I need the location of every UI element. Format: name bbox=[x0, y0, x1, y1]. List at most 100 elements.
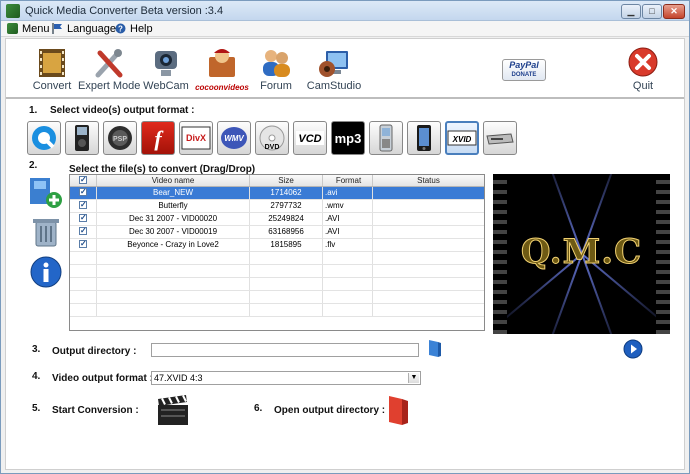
cell-status bbox=[373, 239, 484, 251]
cell-video-name: Dec 31 2007 - VID00020 bbox=[97, 213, 250, 225]
mp3-label: mp3 bbox=[335, 131, 362, 146]
donate-label: DONATE bbox=[511, 72, 537, 78]
minimize-icon[interactable]: ▁ bbox=[621, 4, 641, 19]
cell-format: .avi bbox=[323, 187, 373, 199]
column-video-name[interactable]: Video name bbox=[97, 175, 250, 186]
output-directory-input[interactable] bbox=[151, 343, 419, 357]
row-checkbox[interactable] bbox=[79, 239, 87, 250]
row-checkbox[interactable] bbox=[79, 200, 87, 211]
wmv-label: WMV bbox=[224, 134, 244, 143]
camstudio-label: CamStudio bbox=[306, 80, 362, 92]
mp3-icon[interactable]: mp3 bbox=[331, 121, 365, 155]
flash-icon[interactable]: f bbox=[141, 121, 175, 155]
menu-item-menu[interactable]: Menu bbox=[7, 22, 50, 36]
webcam-icon bbox=[149, 47, 183, 79]
menu-item-languages[interactable]: Languages bbox=[52, 22, 121, 36]
step-5-number: 5. bbox=[32, 403, 41, 414]
camstudio-icon bbox=[317, 47, 351, 79]
table-row[interactable]: Beyonce - Crazy in Love2 1815895 .flv bbox=[70, 239, 484, 252]
camstudio-button[interactable]: CamStudio bbox=[303, 47, 365, 95]
webcam-button[interactable]: WebCam bbox=[138, 47, 194, 95]
convert-label: Convert bbox=[32, 80, 72, 92]
row-checkbox[interactable] bbox=[79, 226, 87, 237]
menu-label: Languages bbox=[67, 23, 122, 35]
paypal-logo: PayPal bbox=[509, 60, 539, 70]
cell-video-name: Beyonce - Crazy in Love2 bbox=[97, 239, 250, 251]
preview-logo-text: Q.M.C bbox=[520, 232, 643, 273]
video-format-select[interactable]: 47.XVID 4:3 ▼ bbox=[151, 371, 421, 385]
row-checkbox[interactable] bbox=[79, 187, 87, 198]
wmv-icon[interactable]: WMV bbox=[217, 121, 251, 155]
divx-label: DivX bbox=[186, 133, 206, 143]
cocoon-button[interactable]: cocoonvideos bbox=[192, 47, 252, 95]
quicktime-icon[interactable] bbox=[27, 121, 61, 155]
empty-row bbox=[70, 265, 484, 278]
film-icon bbox=[35, 47, 69, 79]
webcam-label: WebCam bbox=[143, 80, 189, 92]
convert-button[interactable]: Convert bbox=[24, 47, 80, 95]
empty-row bbox=[70, 304, 484, 317]
browse-folder-button[interactable] bbox=[427, 338, 443, 358]
info-button[interactable] bbox=[28, 256, 64, 288]
expert-mode-button[interactable]: Expert Mode bbox=[78, 47, 140, 95]
step-5-label: Start Conversion : bbox=[52, 405, 139, 416]
quit-label: Quit bbox=[632, 80, 654, 92]
quit-button[interactable]: Quit bbox=[616, 47, 670, 95]
xvid-label: XVID bbox=[452, 135, 472, 144]
start-conversion-button[interactable] bbox=[156, 393, 190, 427]
toolbar: Convert Expert Mode WebCam cocoonvideos bbox=[6, 39, 684, 99]
device-icon[interactable] bbox=[483, 121, 517, 155]
table-row[interactable]: Dec 31 2007 - VID00020 25249824 .AVI bbox=[70, 213, 484, 226]
divx-icon[interactable]: DivX bbox=[179, 121, 213, 155]
next-preview-button[interactable] bbox=[623, 339, 643, 359]
vcd-icon[interactable]: VCD bbox=[293, 121, 327, 155]
mobile-icon[interactable] bbox=[369, 121, 403, 155]
xvid-icon[interactable]: XVID bbox=[445, 121, 479, 155]
video-preview: Q.M.C bbox=[493, 174, 670, 334]
svg-text:f: f bbox=[154, 126, 164, 151]
column-format[interactable]: Format bbox=[323, 175, 373, 186]
app-window: Quick Media Converter Beta version :3.4 … bbox=[0, 0, 690, 474]
select-all-checkbox[interactable] bbox=[70, 175, 97, 186]
checkbox-icon bbox=[79, 175, 87, 185]
dvd-label: DVD bbox=[265, 144, 280, 151]
table-row[interactable]: Bear_NEW 1714062 .avi bbox=[70, 187, 484, 200]
column-size[interactable]: Size bbox=[250, 175, 323, 186]
step-1-label: Select video(s) output format : bbox=[50, 105, 195, 116]
table-header: Video name Size Format Status bbox=[70, 175, 484, 187]
cell-format: .AVI bbox=[323, 226, 373, 238]
chevron-down-icon[interactable]: ▼ bbox=[408, 373, 419, 383]
close-icon[interactable]: ✕ bbox=[663, 4, 685, 19]
file-table[interactable]: Video name Size Format Status Bear_NEW 1… bbox=[69, 174, 485, 331]
tools-icon bbox=[92, 47, 126, 79]
remove-file-button[interactable] bbox=[28, 216, 64, 248]
open-output-directory-button[interactable] bbox=[386, 393, 412, 427]
svg-text:?: ? bbox=[118, 25, 123, 34]
psp-icon[interactable]: PSP bbox=[103, 121, 137, 155]
cocoon-icon bbox=[205, 47, 239, 79]
maximize-icon[interactable]: □ bbox=[642, 4, 662, 19]
step-2-number: 2. bbox=[29, 160, 38, 171]
cell-status bbox=[373, 200, 484, 212]
row-checkbox[interactable] bbox=[79, 213, 87, 224]
paypal-donate-button[interactable]: PayPal DONATE bbox=[502, 59, 546, 81]
cell-size: 2797732 bbox=[250, 200, 323, 212]
dvd-icon[interactable]: DVD bbox=[255, 121, 289, 155]
menu-item-help[interactable]: ? Help bbox=[115, 22, 153, 36]
table-row[interactable]: Butterfly 2797732 .wmv bbox=[70, 200, 484, 213]
step-3-number: 3. bbox=[32, 344, 41, 355]
table-row[interactable]: Dec 30 2007 - VID00019 63168956 .AVI bbox=[70, 226, 484, 239]
ipod-icon[interactable] bbox=[65, 121, 99, 155]
forum-button[interactable]: Forum bbox=[248, 47, 304, 95]
iphone-icon[interactable] bbox=[407, 121, 441, 155]
forum-users-icon bbox=[259, 47, 293, 79]
step-1-number: 1. bbox=[29, 105, 38, 116]
window-title: Quick Media Converter Beta version :3.4 bbox=[25, 5, 224, 17]
expert-mode-label: Expert Mode bbox=[78, 80, 141, 92]
cocoon-label: cocoonvideos bbox=[195, 83, 249, 92]
add-file-button[interactable] bbox=[28, 176, 64, 208]
cell-video-name: Bear_NEW bbox=[97, 187, 250, 199]
column-status[interactable]: Status bbox=[373, 175, 484, 186]
app-icon bbox=[6, 4, 20, 18]
cell-video-name: Dec 30 2007 - VID00019 bbox=[97, 226, 250, 238]
